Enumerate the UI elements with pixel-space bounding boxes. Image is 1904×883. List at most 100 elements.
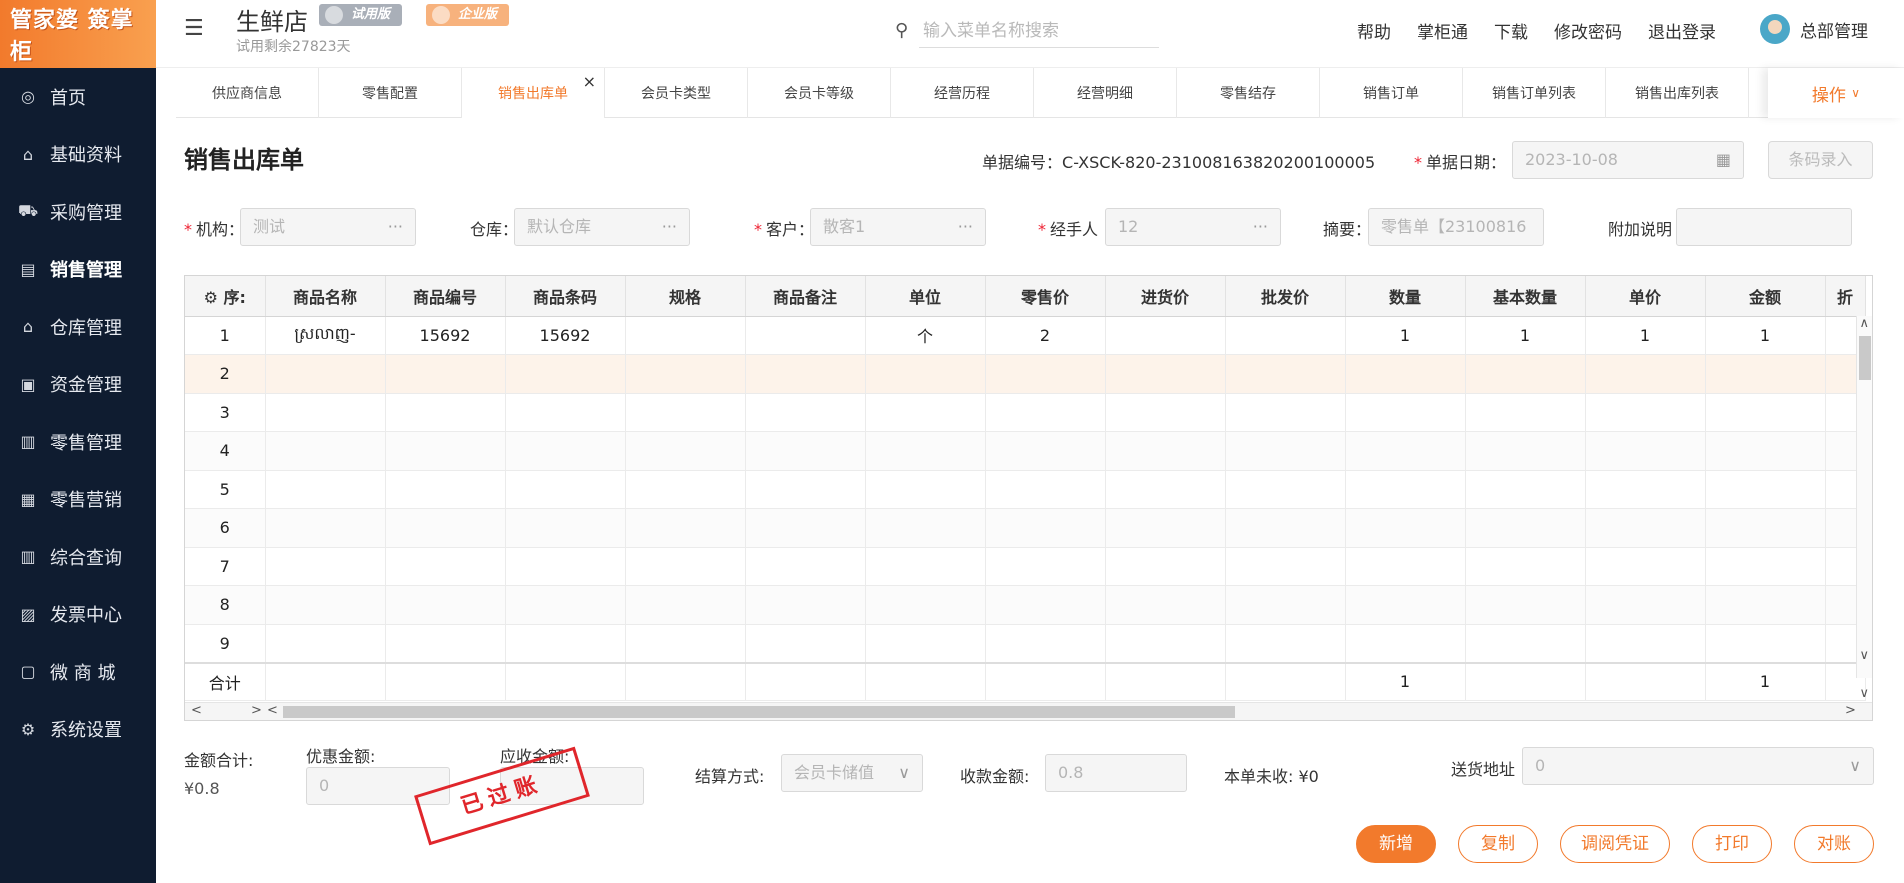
date-field[interactable]: 2023-10-08 ▦ [1512, 141, 1744, 179]
table-cell[interactable] [865, 431, 986, 471]
calendar-icon[interactable]: ▦ [1716, 142, 1731, 178]
tab-9[interactable]: 销售订单列表 [1463, 68, 1606, 118]
table-cell[interactable] [385, 393, 506, 432]
table-cell[interactable] [1465, 393, 1586, 432]
table-cell[interactable] [1105, 624, 1226, 663]
tab-label[interactable]: 零售配置 [362, 83, 418, 103]
action-button-4[interactable]: 对账 [1794, 825, 1874, 863]
column-header[interactable]: 零售价 [985, 276, 1106, 317]
table-cell[interactable]: 1 [1585, 316, 1706, 355]
more-icon[interactable]: ··· [1253, 209, 1268, 245]
sidebar-item-10[interactable]: ▢ 微 商 城 [0, 643, 156, 701]
tab-10[interactable]: 销售出库列表 [1606, 68, 1749, 118]
table-cell[interactable] [265, 393, 386, 432]
table-cell[interactable] [265, 470, 386, 509]
table-row[interactable]: 5 [185, 470, 1866, 509]
table-cell[interactable] [865, 354, 986, 394]
table-cell[interactable] [745, 508, 866, 548]
sidebar-item-7[interactable]: ▦ 零售营销 [0, 471, 156, 529]
sidebar-item-2[interactable]: ⛟ 采购管理 [0, 183, 156, 241]
table-cell[interactable]: 7 [185, 547, 266, 586]
table-cell[interactable]: 5 [185, 470, 266, 509]
column-header[interactable]: 进货价 [1105, 276, 1226, 317]
table-cell[interactable] [1105, 547, 1226, 586]
sidebar-item-4[interactable]: ⌂ 仓库管理 [0, 298, 156, 356]
table-cell[interactable] [745, 547, 866, 586]
tab-label[interactable]: 会员卡类型 [641, 83, 711, 103]
table-cell[interactable] [985, 354, 1106, 394]
sidebar-item-9[interactable]: ▨ 发票中心 [0, 586, 156, 644]
table-cell[interactable] [1585, 508, 1706, 548]
table-cell[interactable] [1345, 354, 1466, 394]
sidebar-item-5[interactable]: ▣ 资金管理 [0, 356, 156, 414]
tab-label[interactable]: 零售结存 [1220, 83, 1276, 103]
table-cell[interactable] [1225, 354, 1346, 394]
table-cell[interactable] [625, 508, 746, 548]
tab-label[interactable]: 销售订单 [1363, 83, 1419, 103]
sidebar-item-0[interactable]: ◎ 首页 [0, 68, 156, 126]
column-header[interactable]: 折 [1825, 276, 1866, 317]
table-cell[interactable] [385, 547, 506, 586]
top-link-0[interactable]: 帮助 [1357, 18, 1391, 43]
tab-6[interactable]: 经营明细 [1034, 68, 1177, 118]
user-menu[interactable]: 总部管理 [1760, 14, 1868, 44]
menu-collapse-icon[interactable]: ☰ [184, 16, 204, 41]
action-button-2[interactable]: 调阅凭证 [1560, 825, 1670, 863]
table-cell[interactable] [1465, 547, 1586, 586]
table-cell[interactable] [505, 393, 626, 432]
table-cell[interactable] [1225, 624, 1346, 663]
table-cell[interactable]: 15692 [385, 316, 506, 355]
table-row[interactable]: 6 [185, 508, 1866, 548]
table-cell[interactable] [1585, 431, 1706, 471]
table-cell[interactable] [505, 470, 626, 509]
column-header[interactable]: 规格 [625, 276, 746, 317]
table-cell[interactable] [625, 547, 746, 586]
column-header[interactable]: 商品条码 [505, 276, 626, 317]
table-cell[interactable] [625, 470, 746, 509]
table-row[interactable]: 7 [185, 547, 1866, 586]
table-cell[interactable]: ស្រលាញ- [265, 316, 386, 355]
table-cell[interactable] [1705, 508, 1826, 548]
sidebar-item-8[interactable]: ▥ 综合查询 [0, 528, 156, 586]
table-cell[interactable]: 6 [185, 508, 266, 548]
table-cell[interactable] [1225, 585, 1346, 625]
sidebar-item-6[interactable]: ▥ 零售管理 [0, 413, 156, 471]
table-cell[interactable] [385, 470, 506, 509]
table-cell[interactable] [265, 354, 386, 394]
table-cell[interactable] [1345, 585, 1466, 625]
table-cell[interactable]: 4 [185, 431, 266, 471]
table-cell[interactable] [985, 393, 1106, 432]
scroll-left-icon[interactable]: < [191, 703, 202, 718]
table-cell[interactable] [265, 585, 386, 625]
tab-5[interactable]: 经营历程 [891, 68, 1034, 118]
table-cell[interactable] [1465, 431, 1586, 471]
table-cell[interactable] [1465, 624, 1586, 663]
column-header[interactable]: 基本数量 [1465, 276, 1586, 317]
summary-field[interactable]: 零售单【23100816 [1368, 208, 1544, 246]
table-cell[interactable] [1705, 393, 1826, 432]
table-cell[interactable] [1225, 547, 1346, 586]
table-cell[interactable] [265, 547, 386, 586]
avatar[interactable] [1760, 14, 1790, 44]
top-link-4[interactable]: 退出登录 [1648, 18, 1716, 43]
table-cell[interactable] [1345, 547, 1466, 586]
tab-label[interactable]: 会员卡等级 [784, 83, 854, 103]
table-cell[interactable] [745, 393, 866, 432]
table-cell[interactable] [385, 624, 506, 663]
table-cell[interactable] [985, 585, 1106, 625]
scroll-left-icon[interactable]: < [267, 703, 278, 718]
sidebar-item-11[interactable]: ⚙ 系统设置 [0, 701, 156, 759]
table-cell[interactable] [1585, 624, 1706, 663]
table-cell[interactable] [1705, 624, 1826, 663]
address-select[interactable]: 0 ∨ [1522, 747, 1874, 785]
table-cell[interactable] [1585, 547, 1706, 586]
vertical-scrollbar[interactable] [1856, 316, 1872, 678]
tab-4[interactable]: 会员卡等级 [748, 68, 891, 118]
org-field[interactable]: 测试 ··· [240, 208, 416, 246]
table-cell[interactable] [1345, 508, 1466, 548]
table-cell[interactable] [1225, 508, 1346, 548]
table-row[interactable]: 2 [185, 354, 1866, 394]
table-cell[interactable] [745, 470, 866, 509]
table-cell[interactable] [865, 624, 986, 663]
table-cell[interactable] [1585, 393, 1706, 432]
